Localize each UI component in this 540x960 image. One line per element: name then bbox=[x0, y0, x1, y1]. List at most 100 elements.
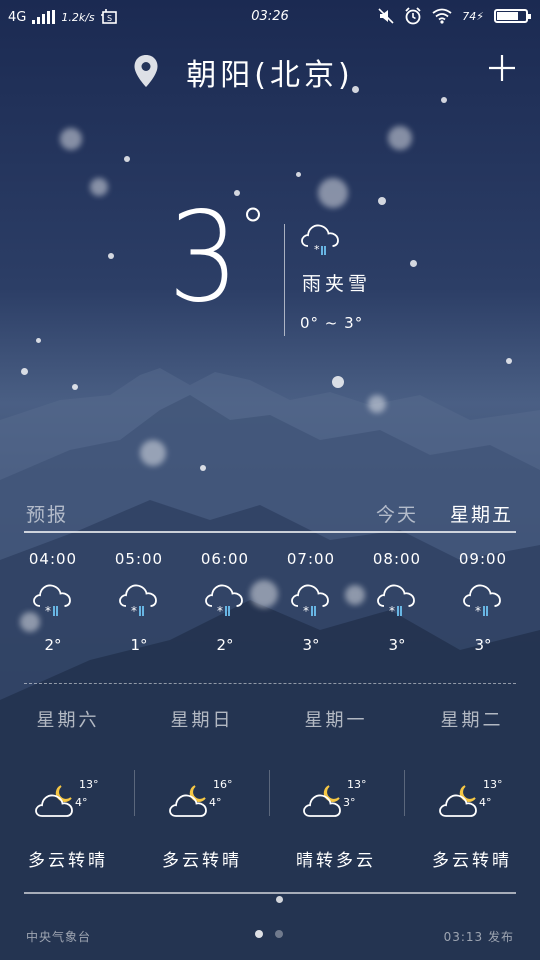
day-description: 多云转晴 bbox=[28, 851, 108, 871]
hour-temp: 3° bbox=[388, 636, 406, 654]
day-low: 3° bbox=[343, 796, 356, 809]
divider bbox=[284, 224, 285, 336]
svg-text:*: * bbox=[389, 604, 395, 618]
day-low: 4° bbox=[75, 796, 88, 809]
forecast-label: 预报 bbox=[26, 504, 69, 526]
snowflake bbox=[36, 338, 41, 343]
divider bbox=[24, 892, 516, 894]
cloud-sleet-icon: * bbox=[291, 584, 329, 618]
day-high: 13° bbox=[347, 778, 367, 791]
snowflake bbox=[21, 368, 28, 375]
day-name: 星期六 bbox=[36, 710, 100, 731]
cloud-sleet-icon: * bbox=[33, 584, 71, 618]
dashed-divider bbox=[24, 683, 516, 684]
divider bbox=[134, 770, 135, 816]
snowflake bbox=[368, 395, 386, 413]
day-name: 星期二 bbox=[440, 710, 504, 731]
hour-time: 09:00 bbox=[458, 550, 508, 568]
current-description: 雨夹雪 bbox=[302, 273, 372, 295]
current-temperature: 3 ° bbox=[168, 186, 280, 338]
hour-time: 07:00 bbox=[286, 550, 336, 568]
add-city-button[interactable] bbox=[488, 54, 516, 82]
city-name[interactable]: 朝阳(北京) bbox=[0, 50, 540, 94]
header: 朝阳(北京) bbox=[0, 48, 540, 94]
svg-text:*: * bbox=[217, 604, 223, 618]
hour-temp: 3° bbox=[302, 636, 320, 654]
page-indicator bbox=[255, 930, 283, 938]
degree-symbol: ° bbox=[240, 198, 266, 258]
page-dot[interactable] bbox=[275, 930, 283, 938]
battery-percent: 74 bbox=[462, 9, 477, 23]
publish-time: 03:13 发布 bbox=[443, 930, 514, 944]
day-description: 晴转多云 bbox=[296, 851, 376, 871]
hourly-item: 09:00 * 3° bbox=[448, 550, 518, 654]
page-dot[interactable] bbox=[255, 930, 263, 938]
hourly-item: 08:00 * 3° bbox=[362, 550, 432, 654]
snowflake bbox=[318, 178, 348, 208]
cloud-sleet-icon: * bbox=[463, 584, 501, 618]
snowflake bbox=[90, 178, 108, 196]
snowflake bbox=[200, 465, 206, 471]
snowflake bbox=[124, 156, 130, 162]
svg-text:*: * bbox=[45, 604, 51, 618]
daily-item: 星期一 13° 3° 晴转多云 bbox=[276, 706, 396, 871]
hour-time: 04:00 bbox=[28, 550, 78, 568]
snowflake bbox=[140, 440, 166, 466]
day-low: 4° bbox=[479, 796, 492, 809]
snowflake bbox=[388, 126, 412, 150]
snowflake bbox=[378, 197, 386, 205]
svg-text:*: * bbox=[475, 604, 481, 618]
day-description: 多云转晴 bbox=[432, 851, 512, 871]
snowflake bbox=[410, 260, 417, 267]
svg-text:*: * bbox=[314, 243, 320, 256]
divider bbox=[24, 531, 516, 533]
weekday-label: 星期五 bbox=[450, 504, 514, 526]
snowflake bbox=[441, 97, 447, 103]
status-bar: 4G 1.2k/s S 03:26 74⚡ bbox=[0, 0, 540, 34]
divider bbox=[404, 770, 405, 816]
divider bbox=[269, 770, 270, 816]
snowflake bbox=[72, 384, 78, 390]
charging-icon: ⚡ bbox=[476, 9, 484, 23]
hourly-item: 04:00 * 2° bbox=[18, 550, 88, 654]
hour-temp: 2° bbox=[44, 636, 62, 654]
svg-text:*: * bbox=[303, 604, 309, 618]
day-name: 星期日 bbox=[170, 710, 234, 731]
snowflake bbox=[332, 376, 344, 388]
svg-text:*: * bbox=[131, 604, 137, 618]
temperature-value: 3 bbox=[168, 186, 240, 330]
hour-time: 08:00 bbox=[372, 550, 422, 568]
daily-item: 星期二 13° 4° 多云转晴 bbox=[412, 706, 532, 871]
hour-temp: 1° bbox=[130, 636, 148, 654]
hourly-item: 05:00 * 1° bbox=[104, 550, 174, 654]
cloud-sleet-icon: * bbox=[301, 224, 339, 256]
day-high: 16° bbox=[213, 778, 233, 791]
day-low: 4° bbox=[209, 796, 222, 809]
daily-item: 星期六 13° 4° 多云转晴 bbox=[8, 706, 128, 871]
day-description: 多云转晴 bbox=[162, 851, 242, 871]
day-high: 13° bbox=[79, 778, 99, 791]
cloud-sleet-icon: * bbox=[119, 584, 157, 618]
hour-temp: 2° bbox=[216, 636, 234, 654]
hour-temp: 3° bbox=[474, 636, 492, 654]
data-source: 中央气象台 bbox=[26, 930, 92, 944]
snowflake bbox=[296, 172, 301, 177]
alarm-icon bbox=[405, 7, 421, 25]
snowflake bbox=[108, 253, 114, 259]
hour-time: 06:00 bbox=[200, 550, 250, 568]
battery-icon bbox=[494, 9, 531, 23]
daily-item: 星期日 16° 4° 多云转晴 bbox=[142, 706, 262, 871]
snowflake bbox=[60, 128, 82, 150]
hourly-item: 06:00 * 2° bbox=[190, 550, 260, 654]
day-high: 13° bbox=[483, 778, 503, 791]
cloud-sleet-icon: * bbox=[205, 584, 243, 618]
snowflake bbox=[506, 358, 512, 364]
hourly-item: 07:00 * 3° bbox=[276, 550, 346, 654]
today-label: 今天 bbox=[376, 504, 419, 526]
wifi-icon bbox=[432, 8, 452, 24]
mute-icon bbox=[378, 8, 394, 24]
cloud-sleet-icon: * bbox=[377, 584, 415, 618]
day-name: 星期一 bbox=[304, 710, 368, 731]
current-range: 0° ~ 3° bbox=[300, 314, 364, 332]
hour-time: 05:00 bbox=[114, 550, 164, 568]
